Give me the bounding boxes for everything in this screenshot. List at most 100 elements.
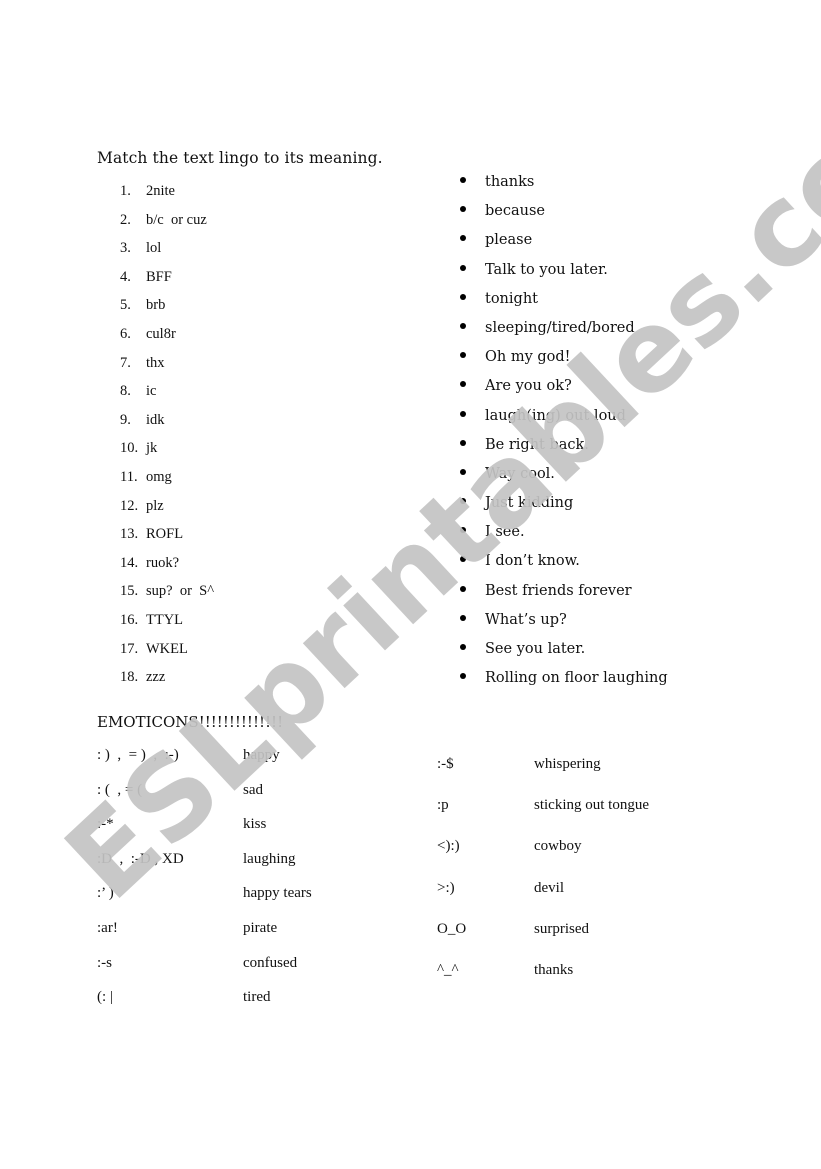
- meaning-text: please: [485, 232, 533, 249]
- emoticon-row: :D , :-D , XD laughing: [97, 851, 312, 886]
- emoticon-meaning: sticking out tongue: [534, 797, 649, 814]
- emoticon-symbol: :-$: [437, 756, 454, 772]
- emoticons-left-list: : ) , = ) , :-) happy: ( , = (sad:-* kiss:…: [97, 747, 312, 1024]
- meaning-text: Way cool.: [485, 465, 555, 482]
- emoticon-symbol: O_O: [437, 920, 467, 937]
- meaning-text: Rolling on floor laughing: [485, 670, 668, 687]
- lingo-item: 1. 2nite: [120, 183, 214, 212]
- emoticons-right-list: :-$ whispering:p sticking out tongue <):) co…: [437, 756, 649, 1003]
- bullet-icon: [460, 381, 466, 388]
- bullet-icon: [460, 264, 466, 271]
- emoticon-symbol: (: |: [97, 989, 113, 1006]
- meaning-item: See you later.: [460, 641, 668, 670]
- emoticon-row: :-s confused: [97, 955, 312, 990]
- lingo-text: TTYL: [146, 611, 184, 628]
- lingo-item: 18. zzz: [120, 669, 214, 698]
- lingo-number: 2.: [120, 211, 131, 228]
- emoticon-symbol: :ar!: [97, 919, 118, 936]
- emoticon-symbol: <):): [437, 838, 460, 855]
- lingo-number: 11.: [120, 468, 138, 485]
- lingo-text: WKEL: [146, 640, 188, 657]
- lingo-number: 10.: [120, 440, 139, 457]
- lingo-item: 9. idk: [120, 412, 214, 441]
- lingo-text: ROFL: [146, 526, 184, 543]
- bullet-icon: [460, 322, 466, 329]
- meaning-text: What’s up?: [485, 611, 567, 628]
- meaning-item: What’s up?: [460, 612, 668, 641]
- emoticon-symbol: :p: [437, 797, 449, 814]
- meaning-item: Talk to you later.: [460, 262, 668, 291]
- lingo-text: ruok?: [146, 554, 180, 571]
- emoticon-row: (: | tired: [97, 989, 312, 1024]
- emoticon-row: O_O surprised: [437, 921, 649, 962]
- bullet-icon: [460, 468, 466, 475]
- lingo-text: omg: [146, 468, 172, 485]
- meaning-item: I don’t know.: [460, 553, 668, 582]
- lingo-text: cul8r: [146, 325, 176, 342]
- meaning-text: because: [485, 203, 545, 220]
- meaning-item: Be right back.: [460, 437, 668, 466]
- lingo-item: 8. ic: [120, 383, 214, 412]
- meaning-item: Rolling on floor laughing: [460, 670, 668, 699]
- emoticon-symbol: :-s: [97, 954, 112, 971]
- meaning-text: Best friends forever: [485, 582, 632, 599]
- bullet-icon: [460, 439, 466, 446]
- lingo-number: 14.: [120, 554, 139, 571]
- bullet-icon: [460, 293, 466, 300]
- bullet-icon: [460, 177, 466, 183]
- lingo-item: 12. plz: [120, 498, 214, 527]
- emoticon-row: : ) , = ) , :-) happy: [97, 747, 312, 782]
- emoticon-row: ^_^ thanks: [437, 962, 649, 1003]
- emoticon-meaning: thanks: [534, 961, 574, 978]
- emoticon-meaning: cowboy: [534, 838, 582, 855]
- meaning-item: Just kidding: [460, 495, 668, 524]
- lingo-item: 16. TTYL: [120, 612, 214, 641]
- lingo-item: 4. BFF: [120, 269, 214, 298]
- bullet-icon: [460, 644, 466, 650]
- emoticon-symbol: ^_^: [437, 961, 459, 978]
- lingo-text: sup? or S^: [146, 583, 215, 600]
- meaning-text: I see.: [485, 524, 525, 541]
- meaning-text: Just kidding: [485, 495, 574, 512]
- emoticon-symbol: :-*: [97, 816, 114, 833]
- meaning-text: tonight: [485, 290, 538, 307]
- bullet-icon: [460, 527, 466, 534]
- emoticon-symbol: :’ ): [97, 885, 114, 902]
- lingo-item: 7. thx: [120, 355, 214, 384]
- meaning-item: thanks: [460, 174, 668, 203]
- meaning-text: thanks: [485, 174, 535, 190]
- bullet-icon: [460, 206, 466, 213]
- meaning-item: because: [460, 203, 668, 232]
- bullet-icon: [460, 614, 466, 621]
- bullet-icon: [460, 498, 466, 505]
- meaning-text: Talk to you later.: [485, 261, 608, 278]
- meaning-item: please: [460, 232, 668, 261]
- lingo-number: 13.: [120, 526, 139, 543]
- meaning-item: Oh my god!: [460, 349, 668, 378]
- meaning-text: See you later.: [485, 641, 586, 657]
- bullet-icon: [460, 235, 466, 242]
- meaning-item: tonight: [460, 291, 668, 320]
- lingo-number: 16.: [120, 611, 139, 628]
- emoticon-meaning: happy: [243, 747, 280, 763]
- lingo-number: 17.: [120, 640, 139, 657]
- lingo-text: b/c or cuz: [146, 211, 207, 228]
- lingo-text: jk: [146, 440, 158, 457]
- bullet-icon: [460, 352, 466, 359]
- lingo-number: 5.: [120, 297, 131, 314]
- worksheet-title: Match the text lingo to its meaning.: [97, 149, 383, 167]
- lingo-number: 12.: [120, 497, 139, 514]
- meaning-item: I see.: [460, 524, 668, 553]
- lingo-number: 9.: [120, 411, 131, 428]
- lingo-text: zzz: [146, 669, 166, 686]
- emoticon-row: >:) devil: [437, 880, 649, 921]
- emoticon-symbol: :D , :-D , XD: [97, 850, 184, 867]
- lingo-item: 15. sup? or S^: [120, 583, 214, 612]
- lingo-item: 6. cul8r: [120, 326, 214, 355]
- lingo-item: 14. ruok?: [120, 555, 214, 584]
- emoticon-row: : ( , = (sad: [97, 782, 312, 817]
- emoticon-symbol: : ) , = ) , :-): [97, 747, 179, 763]
- emoticon-meaning: devil: [534, 879, 564, 896]
- meaning-text: laugh(ing) out loud: [485, 407, 626, 424]
- meaning-text: Oh my god!: [485, 349, 571, 366]
